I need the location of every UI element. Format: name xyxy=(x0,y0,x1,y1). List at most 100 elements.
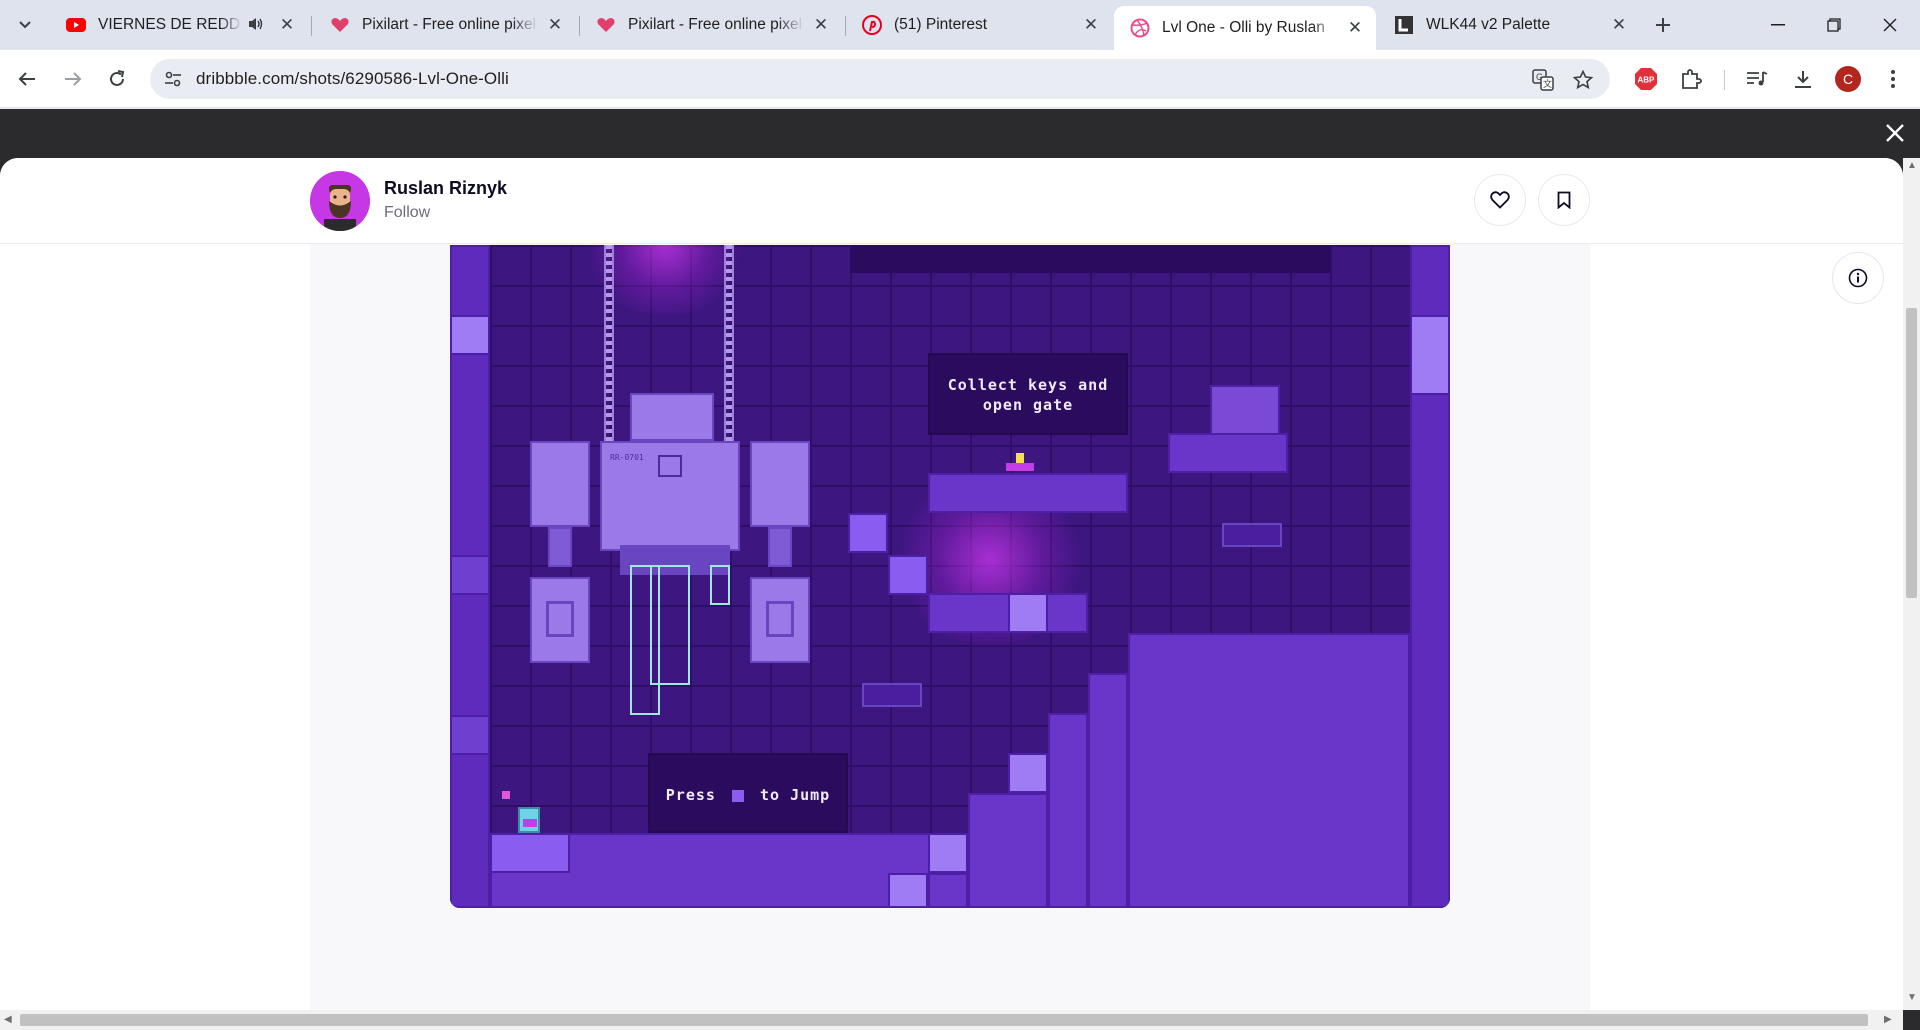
hint-jump-post: to Jump xyxy=(760,786,831,804)
hint-line-1: Collect keys and xyxy=(947,376,1109,394)
tab-pixilart-2[interactable]: Pixilart - Free online pixel ✕ xyxy=(580,6,842,44)
profile-initial: C xyxy=(1842,71,1854,87)
stair-block xyxy=(1048,713,1088,908)
wall-block xyxy=(1410,315,1450,395)
close-tab-icon[interactable]: ✕ xyxy=(544,14,566,36)
close-tab-icon[interactable]: ✕ xyxy=(810,14,832,36)
tab-dribbble-active[interactable]: Lvl One - Olli by Ruslan ✕ xyxy=(1114,6,1376,50)
forward-button[interactable] xyxy=(56,62,90,96)
stair-block xyxy=(1088,673,1128,908)
hint-jump-pre: Press xyxy=(665,786,716,804)
like-button[interactable] xyxy=(1474,174,1526,226)
url-text[interactable]: dribbble.com/shots/6290586-Lvl-One-Olli xyxy=(196,69,509,89)
pixilart-heart-icon xyxy=(596,15,616,35)
tab-search-button[interactable] xyxy=(8,10,42,40)
vertical-scroll-thumb[interactable] xyxy=(1906,308,1917,598)
player-character xyxy=(518,807,540,833)
stair-block xyxy=(968,793,1048,908)
stair-highlight xyxy=(928,833,968,873)
minimize-button[interactable] xyxy=(1750,0,1806,50)
close-modal-icon[interactable] xyxy=(1880,118,1910,148)
chain-left xyxy=(604,245,614,445)
tab-strip: VIERNES DE REDDIT # ✕ Pixilart - Free on… xyxy=(0,0,1920,50)
adblock-plus-icon[interactable]: ABP xyxy=(1633,66,1659,92)
stair-block-top xyxy=(1128,633,1410,908)
hint-sign-jump: Press to Jump xyxy=(648,753,848,833)
robot-right-shoulder xyxy=(750,441,810,527)
save-button[interactable] xyxy=(1538,174,1590,226)
robot-pipe xyxy=(650,565,690,685)
horizontal-scroll-thumb[interactable] xyxy=(20,1014,1868,1026)
robot-right-arm xyxy=(768,527,792,567)
tab-lospec[interactable]: WLK44 v2 Palette ✕ xyxy=(1378,6,1640,44)
minimize-icon xyxy=(1771,24,1785,26)
arrow-up-key-icon xyxy=(731,789,744,802)
close-window-button[interactable] xyxy=(1862,0,1918,50)
tab-divider xyxy=(311,16,312,36)
scroll-down-arrow-icon[interactable]: ▼ xyxy=(1907,992,1917,1003)
close-tab-icon[interactable]: ✕ xyxy=(1608,14,1630,36)
hint-line-2: open gate xyxy=(982,396,1074,414)
media-control-icon[interactable] xyxy=(1744,66,1770,92)
download-icon[interactable] xyxy=(1790,66,1816,92)
shot-header: Ruslan Riznyk Follow xyxy=(0,158,1903,244)
bookmark-star-icon[interactable] xyxy=(1570,67,1596,93)
bookmark-icon xyxy=(1557,191,1571,209)
wall-switch-block xyxy=(450,715,490,755)
close-tab-icon[interactable]: ✕ xyxy=(276,14,298,36)
lospec-icon xyxy=(1394,15,1414,35)
stair-block xyxy=(928,873,968,908)
tab-title: Lvl One - Olli by Ruslan xyxy=(1162,19,1325,36)
shot-modal: RR-0701 Collect keys and open gate Press… xyxy=(0,158,1903,1010)
tab-title: (51) Pinterest xyxy=(894,16,988,33)
author-avatar-illustration xyxy=(310,171,370,231)
svg-text:文: 文 xyxy=(1543,78,1552,89)
gate-ledge xyxy=(1168,433,1288,473)
pinterest-icon xyxy=(862,15,882,35)
shot-details-button[interactable] xyxy=(1832,252,1884,304)
profile-avatar[interactable]: C xyxy=(1835,66,1861,92)
tab-pinterest[interactable]: (51) Pinterest ✕ xyxy=(846,6,1112,44)
speaker-icon[interactable] xyxy=(248,17,264,34)
scroll-right-arrow-icon[interactable]: ▶ xyxy=(1884,1014,1892,1025)
browser-toolbar: dribbble.com/shots/6290586-Lvl-One-Olli … xyxy=(0,50,1920,108)
new-tab-button[interactable] xyxy=(1648,10,1678,40)
shot-image[interactable]: RR-0701 Collect keys and open gate Press… xyxy=(450,245,1450,908)
vent-grate xyxy=(1222,523,1282,547)
browser-menu-icon[interactable] xyxy=(1880,66,1906,92)
robot-chest-panel xyxy=(658,455,682,477)
chain-right xyxy=(724,245,734,445)
toolbar-divider xyxy=(1724,70,1725,90)
robot-left-fist xyxy=(530,577,590,663)
avatar[interactable] xyxy=(310,171,370,231)
extensions-puzzle-icon[interactable] xyxy=(1678,66,1704,92)
vertical-scrollbar[interactable]: ▲ ▼ xyxy=(1903,158,1920,1010)
exit-gate xyxy=(1210,385,1280,435)
tab-title: Pixilart - Free online pixel xyxy=(362,16,537,33)
translate-icon[interactable]: G文 xyxy=(1530,67,1556,93)
author-name[interactable]: Ruslan Riznyk xyxy=(384,178,507,199)
close-tab-icon[interactable]: ✕ xyxy=(1080,14,1102,36)
floating-platform xyxy=(928,473,1128,513)
ceiling-band xyxy=(850,245,1330,273)
tab-title: VIERNES DE REDDIT # xyxy=(98,16,242,33)
site-settings-icon[interactable] xyxy=(162,68,184,90)
stair-highlight xyxy=(1008,753,1048,793)
plus-icon xyxy=(1656,18,1670,32)
sparkle xyxy=(502,791,510,799)
tab-youtube[interactable]: VIERNES DE REDDIT # ✕ xyxy=(50,6,308,44)
scroll-left-arrow-icon[interactable]: ◀ xyxy=(4,1014,12,1025)
robot-label: RR-0701 xyxy=(610,453,644,462)
restore-button[interactable] xyxy=(1806,0,1862,50)
close-tab-icon[interactable]: ✕ xyxy=(1344,17,1366,39)
follow-link[interactable]: Follow xyxy=(384,204,430,222)
horizontal-scrollbar[interactable]: ◀ ▶ xyxy=(0,1010,1903,1030)
reload-button[interactable] xyxy=(100,62,134,96)
tab-title: WLK44 v2 Palette xyxy=(1426,16,1551,33)
tab-pixilart-1[interactable]: Pixilart - Free online pixel ✕ xyxy=(314,6,576,44)
address-bar[interactable]: dribbble.com/shots/6290586-Lvl-One-Olli … xyxy=(150,59,1610,99)
hint-sign-keys: Collect keys and open gate xyxy=(928,353,1128,435)
scroll-up-arrow-icon[interactable]: ▲ xyxy=(1907,160,1917,171)
back-button[interactable] xyxy=(10,62,44,96)
arrow-right-icon xyxy=(65,72,82,86)
